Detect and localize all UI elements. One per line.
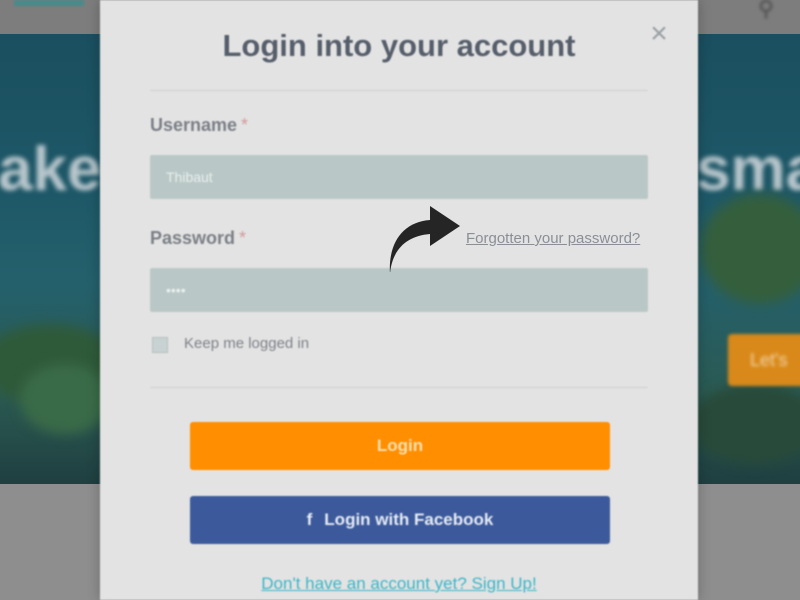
keep-logged-in-label[interactable]: Keep me logged in <box>184 335 309 352</box>
keep-logged-in-checkbox[interactable] <box>152 337 168 353</box>
modal-title: Login into your account <box>222 28 576 63</box>
close-icon[interactable]: × <box>647 19 671 49</box>
background-hero-heading-left: ake <box>0 135 102 204</box>
background-palm-tree <box>20 364 110 434</box>
username-label: Username * <box>150 115 248 136</box>
background-cta-button: Let's <box>728 334 800 386</box>
background-logo <box>14 0 84 6</box>
password-input[interactable]: •••• <box>150 268 648 312</box>
username-label-text: Username <box>150 115 238 135</box>
required-mark: * <box>239 228 247 248</box>
required-mark: * <box>241 115 249 135</box>
login-modal: Login into your account × Username * Thib… <box>100 0 698 600</box>
divider <box>150 387 648 388</box>
login-with-facebook-button[interactable]: f Login with Facebook <box>190 496 610 544</box>
background-palm-tree <box>700 194 800 304</box>
curved-arrow-icon <box>389 206 460 272</box>
search-icon: ⚲ <box>758 0 775 21</box>
divider <box>150 90 648 91</box>
facebook-button-label: Login with Facebook <box>324 510 494 529</box>
username-input[interactable]: Thibaut <box>150 155 648 199</box>
password-label: Password * <box>150 228 246 249</box>
facebook-icon: f <box>306 510 313 529</box>
login-button[interactable]: Login <box>190 422 610 470</box>
forgot-password-link[interactable]: Forgotten your password? <box>466 230 640 247</box>
password-label-text: Password <box>150 228 236 248</box>
signup-link[interactable]: Don't have an account yet? Sign Up! <box>100 574 698 594</box>
background-palm-tree <box>690 384 800 464</box>
